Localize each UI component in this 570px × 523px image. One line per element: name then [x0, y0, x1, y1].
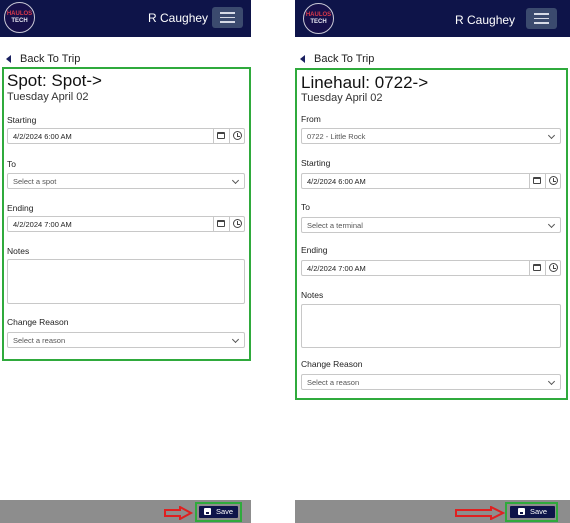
back-to-trip-link[interactable]: Back To Trip	[6, 53, 80, 65]
notes-label: Notes	[301, 290, 324, 300]
starting-value: 4/2/2024 6:00 AM	[307, 177, 366, 186]
hamburger-menu-icon[interactable]	[212, 7, 243, 28]
page-title: Linehaul: 0722->	[301, 73, 429, 92]
clock-icon[interactable]	[229, 216, 245, 232]
to-placeholder: Select a spot	[13, 177, 57, 186]
logo-text-bottom: TECH	[11, 18, 28, 24]
page-title: Spot: Spot->	[7, 71, 102, 90]
from-terminal-select[interactable]: 0722 - Little Rock	[301, 128, 561, 144]
highlight-form-box	[295, 68, 568, 400]
clock-icon[interactable]	[545, 260, 561, 276]
chevron-down-icon	[231, 335, 240, 344]
to-placeholder: Select a terminal	[307, 221, 363, 230]
back-label: Back To Trip	[20, 53, 81, 65]
page-subtitle-date: Tuesday April 02	[7, 91, 89, 103]
to-terminal-select[interactable]: Select a terminal	[301, 217, 561, 233]
save-button-highlight: Save	[195, 502, 242, 522]
linehaul-screen: HAULOS TECH R Caughey Back To Trip Lineh…	[295, 0, 570, 523]
logo-text-top: HAULOS	[305, 12, 332, 18]
from-label: From	[301, 114, 321, 124]
spot-screen: HAULOS TECH R Caughey Back To Trip Spot:…	[0, 0, 251, 523]
hamburger-menu-icon[interactable]	[526, 8, 557, 29]
user-name: R Caughey	[148, 11, 209, 25]
ending-datetime-input[interactable]: 4/2/2024 7:00 AM	[301, 260, 561, 276]
footer-bar: Save	[295, 500, 570, 523]
back-to-trip-link[interactable]: Back To Trip	[300, 53, 374, 65]
red-arrow-icon	[164, 506, 194, 520]
chevron-down-icon	[547, 220, 556, 229]
notes-label: Notes	[7, 246, 30, 256]
clock-icon[interactable]	[545, 173, 561, 189]
starting-datetime-input[interactable]: 4/2/2024 6:00 AM	[7, 128, 245, 144]
clock-icon[interactable]	[229, 128, 245, 144]
to-label: To	[301, 202, 310, 212]
starting-value: 4/2/2024 6:00 AM	[13, 132, 72, 141]
save-icon	[518, 508, 525, 515]
logo-text-bottom: TECH	[310, 19, 327, 25]
save-label: Save	[530, 507, 548, 516]
starting-label: Starting	[7, 115, 37, 125]
top-navbar: HAULOS TECH R Caughey	[0, 0, 251, 37]
change-reason-select[interactable]: Select a reason	[301, 374, 561, 390]
ending-datetime-input[interactable]: 4/2/2024 7:00 AM	[7, 216, 245, 232]
chevron-down-icon	[231, 176, 240, 185]
back-arrow-icon	[300, 55, 305, 63]
ending-value: 4/2/2024 7:00 AM	[307, 264, 366, 273]
footer-bar: Save	[0, 500, 251, 523]
save-button-highlight: Save	[505, 502, 558, 522]
change-reason-label: Change Reason	[301, 359, 363, 369]
back-arrow-icon	[6, 55, 11, 63]
user-name: R Caughey	[455, 13, 516, 27]
calendar-icon[interactable]	[529, 173, 545, 189]
starting-datetime-input[interactable]: 4/2/2024 6:00 AM	[301, 173, 561, 189]
top-navbar: HAULOS TECH R Caughey	[295, 0, 570, 37]
change-reason-label: Change Reason	[7, 317, 69, 327]
back-label: Back To Trip	[314, 53, 375, 65]
notes-textarea[interactable]	[7, 259, 245, 304]
logo-text-top: HAULOS	[6, 11, 33, 17]
notes-textarea[interactable]	[301, 304, 561, 348]
ending-label: Ending	[7, 203, 34, 213]
calendar-icon[interactable]	[213, 128, 229, 144]
save-button[interactable]: Save	[510, 506, 556, 518]
starting-label: Starting	[301, 158, 331, 168]
company-logo[interactable]: HAULOS TECH	[303, 3, 334, 34]
red-arrow-icon	[455, 506, 505, 520]
chevron-down-icon	[547, 131, 556, 140]
calendar-icon[interactable]	[213, 216, 229, 232]
to-spot-select[interactable]: Select a spot	[7, 173, 245, 189]
ending-value: 4/2/2024 7:00 AM	[13, 220, 72, 229]
chevron-down-icon	[547, 377, 556, 386]
save-label: Save	[216, 507, 234, 516]
change-reason-placeholder: Select a reason	[307, 378, 360, 387]
company-logo[interactable]: HAULOS TECH	[4, 2, 35, 33]
save-icon	[204, 508, 211, 515]
calendar-icon[interactable]	[529, 260, 545, 276]
ending-label: Ending	[301, 245, 328, 255]
to-label: To	[7, 159, 16, 169]
from-value: 0722 - Little Rock	[307, 132, 366, 141]
save-button[interactable]: Save	[199, 506, 239, 518]
page-subtitle-date: Tuesday April 02	[301, 92, 383, 104]
change-reason-select[interactable]: Select a reason	[7, 332, 245, 348]
change-reason-placeholder: Select a reason	[13, 336, 66, 345]
